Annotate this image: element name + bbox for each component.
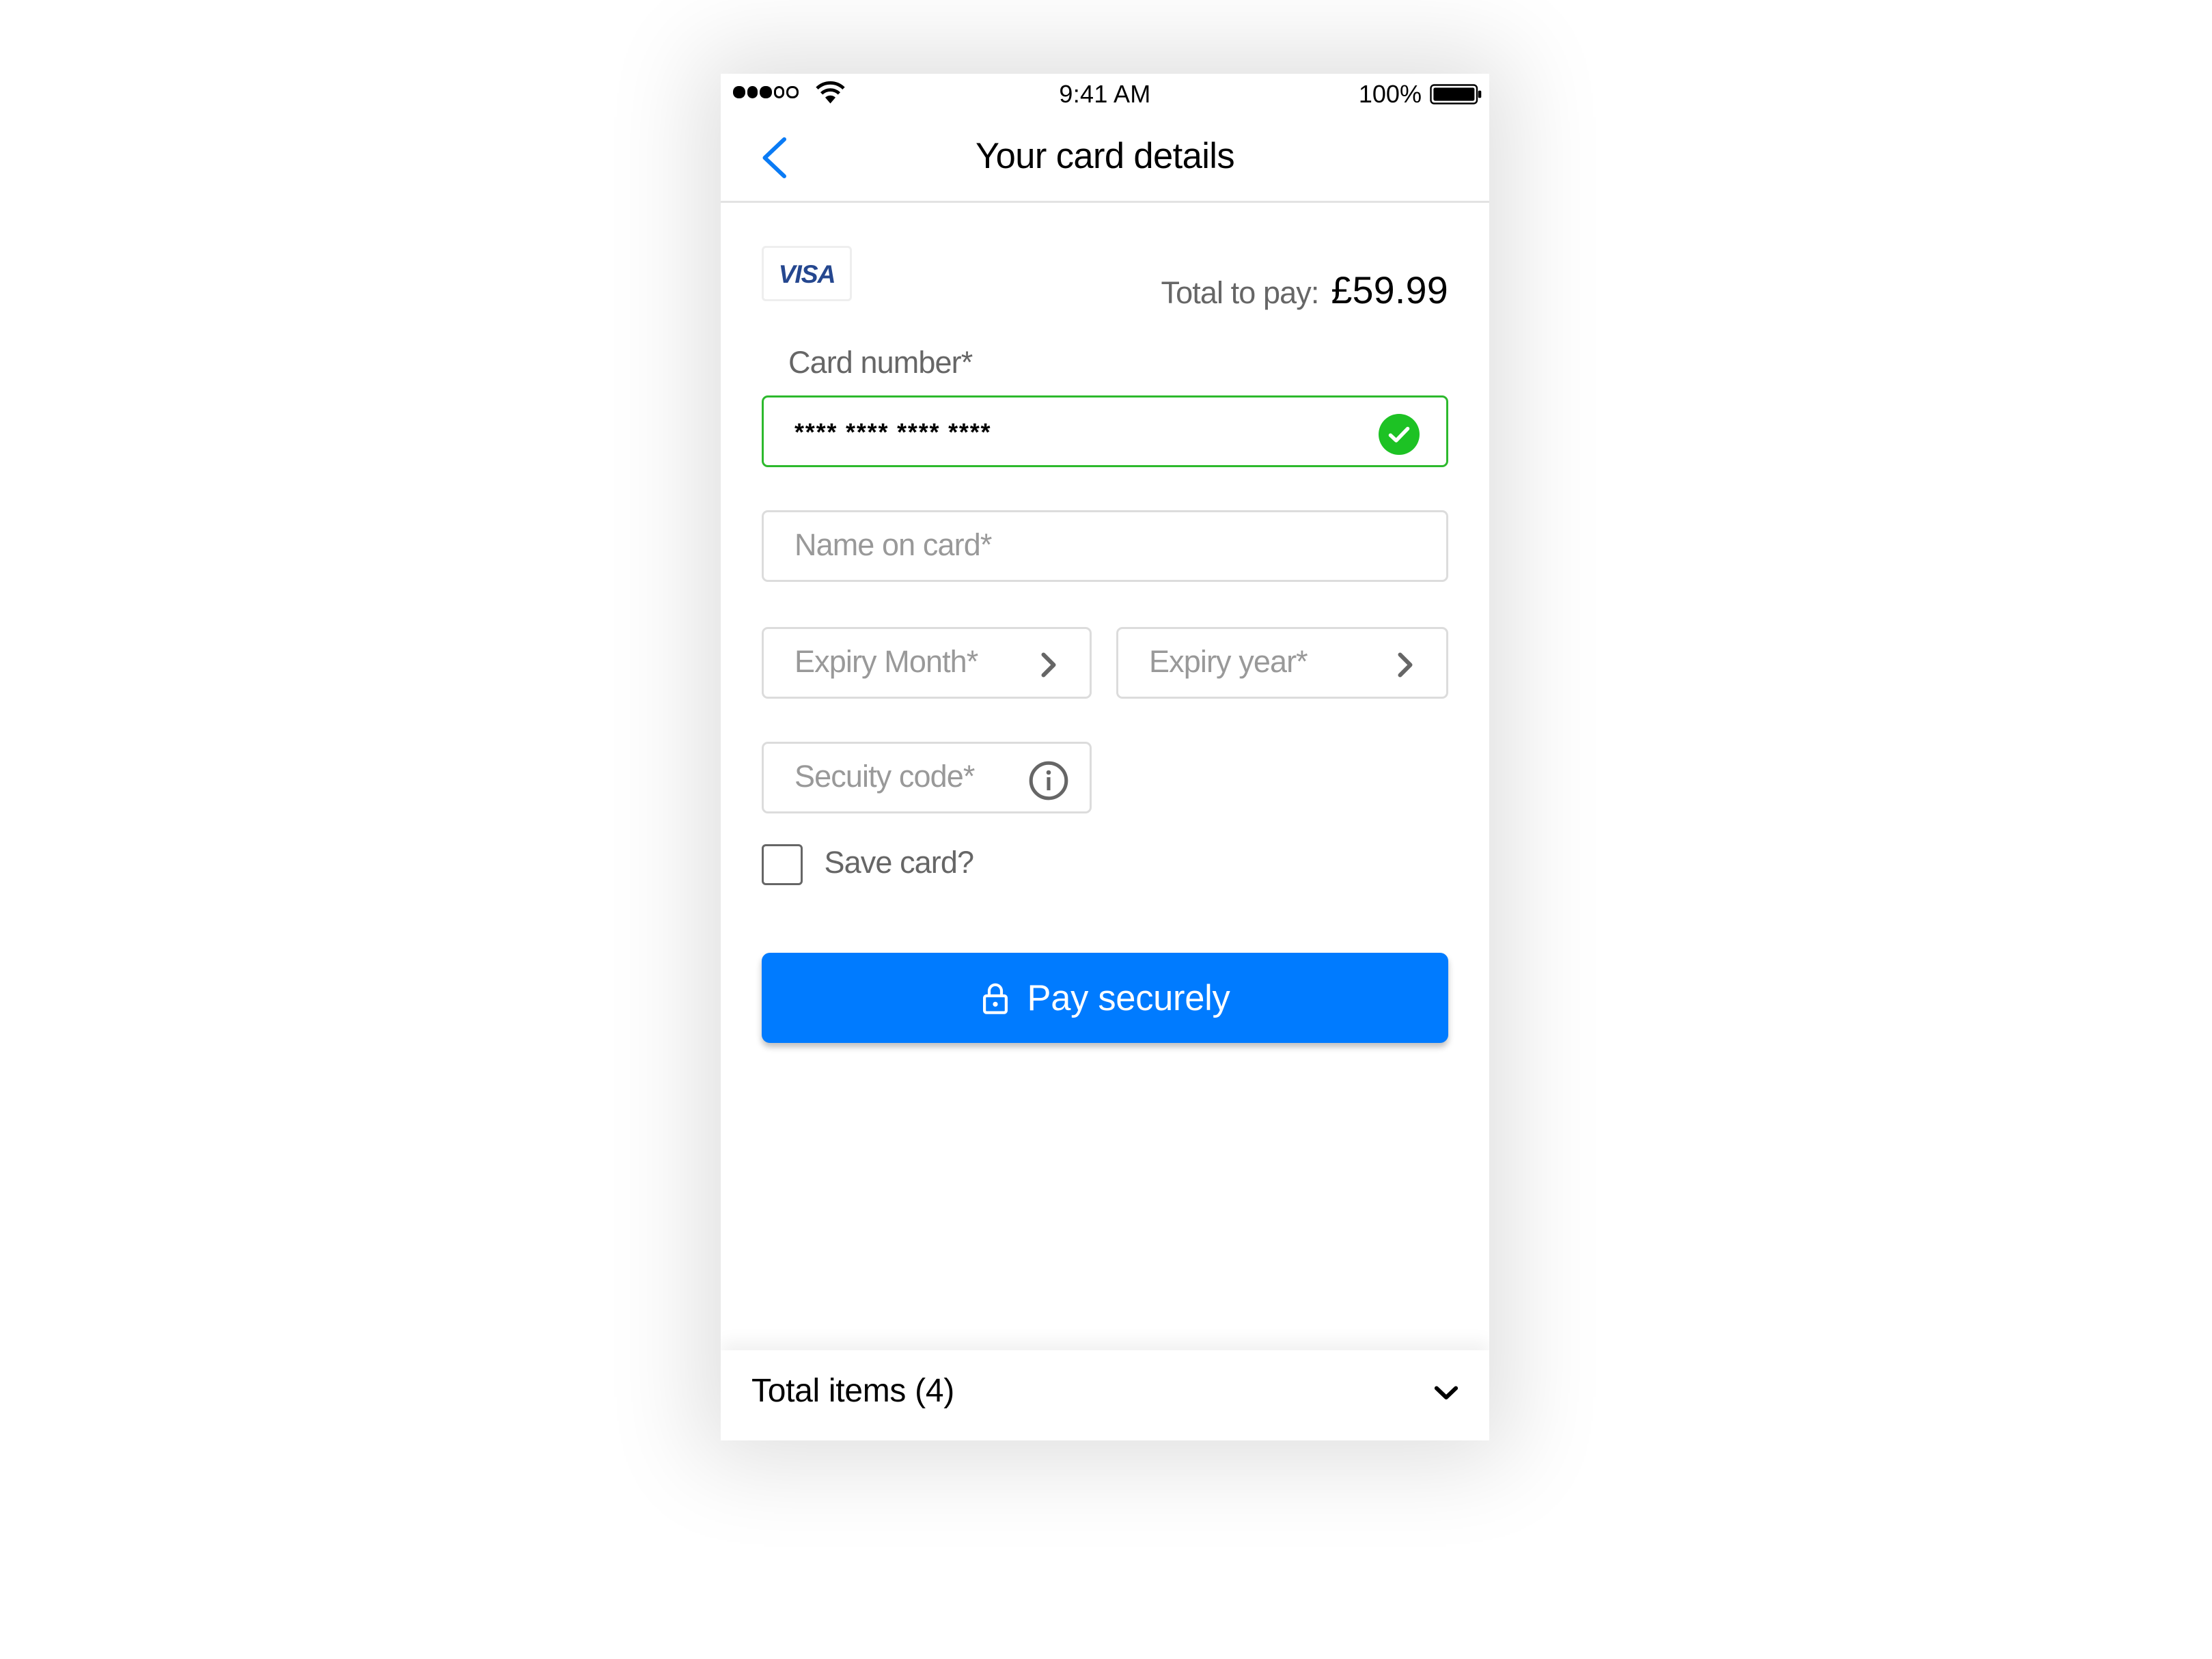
- pay-securely-label: Pay securely: [1027, 976, 1230, 1018]
- card-number-value: **** **** **** ****: [794, 417, 992, 446]
- expiry-month-select[interactable]: Expiry Month*: [762, 627, 1092, 699]
- lock-icon: [982, 982, 1007, 1014]
- save-card-option[interactable]: Save card?: [762, 844, 975, 884]
- save-card-label: Save card?: [824, 846, 975, 882]
- total-to-pay: Total to pay: £59.99: [1161, 268, 1448, 313]
- check-circle-icon: [1379, 413, 1420, 454]
- info-icon[interactable]: [1028, 759, 1069, 800]
- expiry-year-select[interactable]: Expiry year*: [1116, 627, 1448, 699]
- phone-screen: 9:41 AM 100% Your card details VISA Tota…: [721, 74, 1489, 1440]
- chevron-right-icon: [1041, 652, 1056, 678]
- save-card-checkbox[interactable]: [762, 844, 802, 884]
- total-label: Total to pay:: [1161, 277, 1319, 311]
- chevron-down-icon: [1434, 1386, 1458, 1399]
- security-code-placeholder: Secuity code*: [794, 760, 975, 795]
- navigation-bar: Your card details: [721, 115, 1489, 203]
- chevron-right-icon: [1398, 652, 1413, 678]
- status-bar: 9:41 AM 100%: [721, 74, 1489, 115]
- battery-icon: [1430, 84, 1482, 104]
- battery-percent: 100%: [1358, 80, 1422, 109]
- card-number-input[interactable]: **** **** **** ****: [762, 395, 1448, 467]
- expiry-month-placeholder: Expiry Month*: [794, 645, 978, 680]
- total-items-label: Total items (4): [751, 1375, 954, 1410]
- expiry-year-placeholder: Expiry year*: [1149, 645, 1308, 680]
- card-brand-logo: VISA: [762, 246, 852, 301]
- card-number-label: Card number*: [788, 346, 973, 381]
- pay-securely-button[interactable]: Pay securely: [762, 953, 1448, 1043]
- visa-logo-icon: VISA: [778, 259, 836, 288]
- name-on-card-input[interactable]: Name on card*: [762, 510, 1448, 582]
- order-summary-toggle[interactable]: Total items (4): [721, 1350, 1489, 1440]
- security-code-input[interactable]: Secuity code*: [762, 742, 1092, 813]
- total-amount: £59.99: [1331, 268, 1448, 311]
- name-on-card-placeholder: Name on card*: [794, 529, 992, 563]
- page-title: Your card details: [976, 135, 1235, 176]
